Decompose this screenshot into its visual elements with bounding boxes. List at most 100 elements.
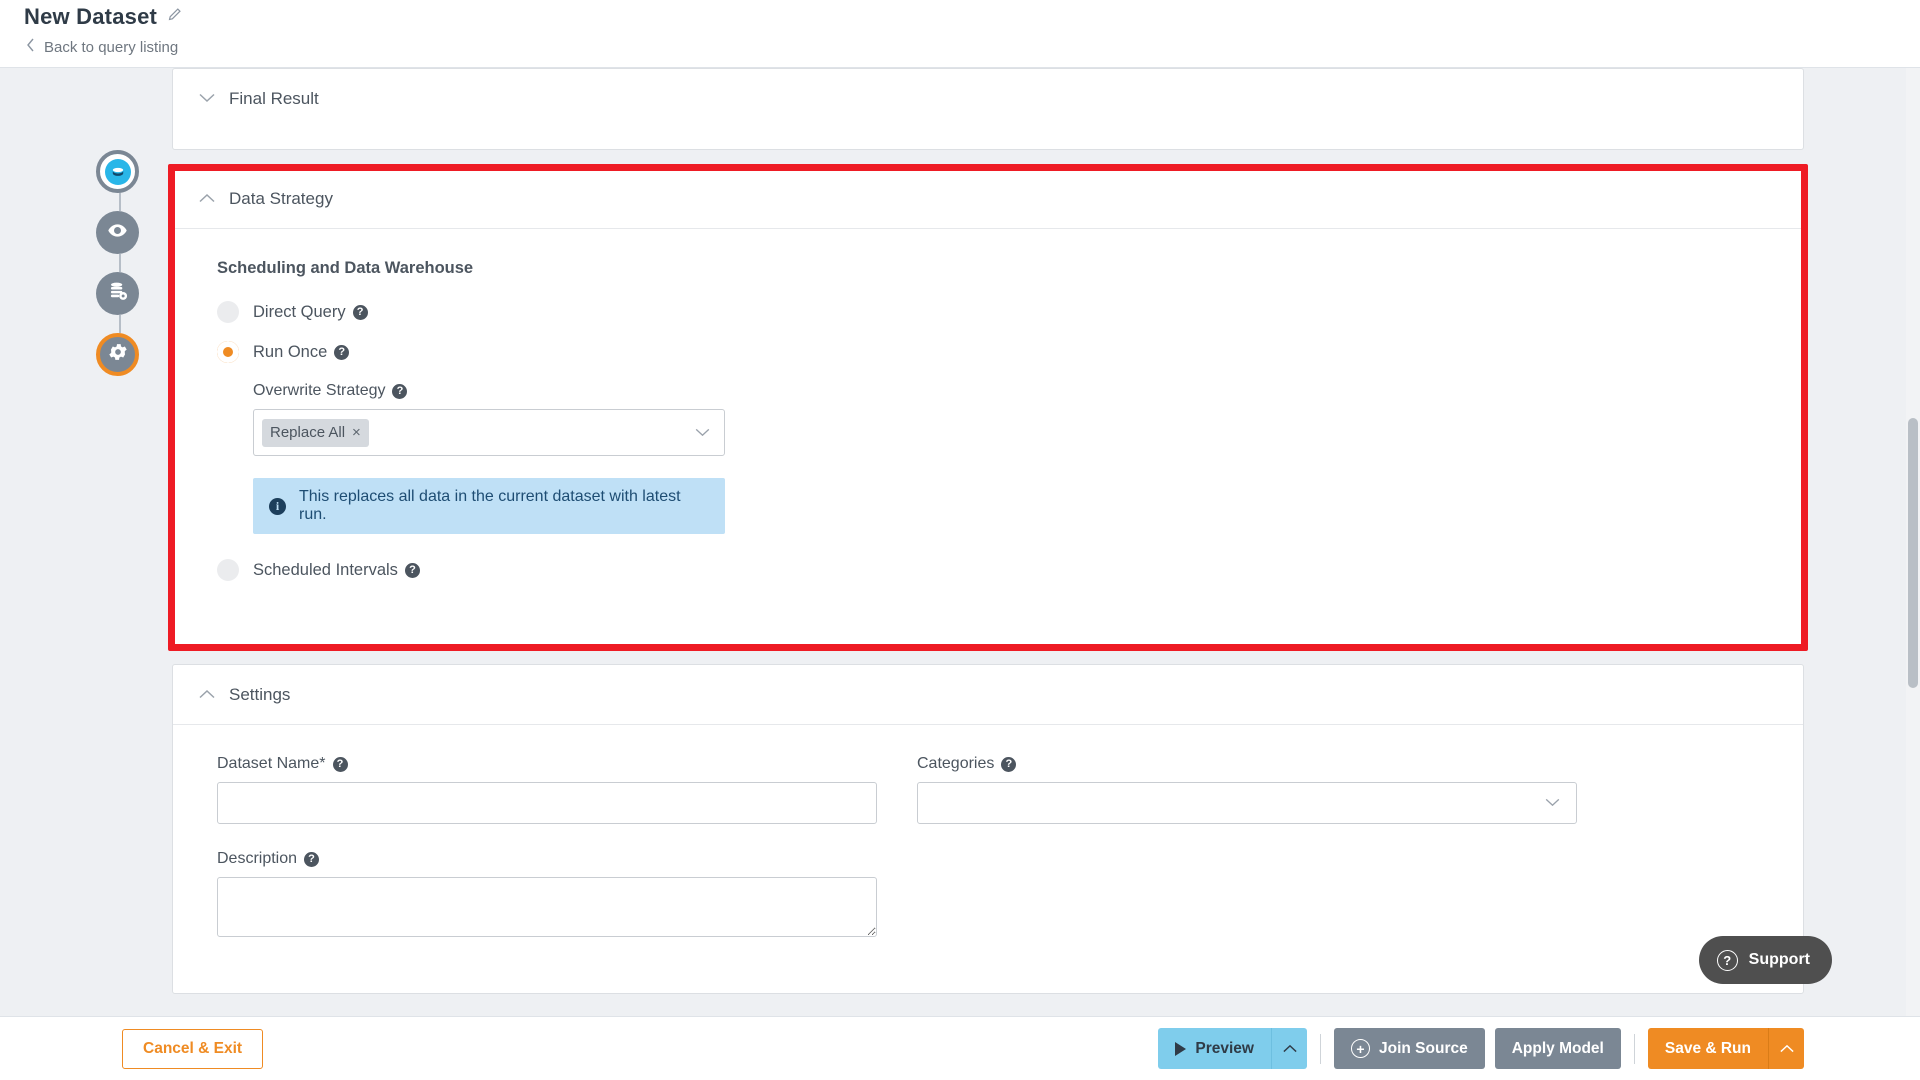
- data-strategy-header[interactable]: Data Strategy: [173, 169, 1803, 229]
- help-icon-description[interactable]: ?: [304, 851, 320, 867]
- join-source-button[interactable]: + Join Source: [1334, 1028, 1485, 1069]
- plus-circle-icon: +: [1351, 1039, 1370, 1058]
- dataset-name-label-row: Dataset Name* ?: [217, 755, 877, 773]
- data-strategy-title: Data Strategy: [229, 188, 333, 208]
- footer-divider: [1320, 1033, 1321, 1064]
- scheduled-intervals-label: Scheduled Intervals: [253, 560, 398, 579]
- direct-query-label: Direct Query: [253, 302, 346, 321]
- cancel-exit-button[interactable]: Cancel & Exit: [122, 1028, 264, 1069]
- settings-body: Dataset Name* ? Categories ? Description…: [173, 725, 1803, 962]
- chevron-down-icon[interactable]: [199, 90, 215, 108]
- categories-select[interactable]: [917, 782, 1577, 824]
- description-field: Description ?: [217, 850, 1759, 942]
- support-label: Support: [1748, 951, 1810, 968]
- categories-label: Categories: [917, 755, 995, 772]
- radio-direct-query[interactable]: [217, 301, 239, 323]
- settings-card: Settings Dataset Name* ? Categories ? De…: [172, 664, 1804, 994]
- chip-label: Replace All: [270, 424, 346, 441]
- stepper-connector: [119, 315, 121, 333]
- chevron-left-icon: [26, 38, 35, 57]
- chevron-down-icon[interactable]: [695, 424, 710, 442]
- settings-row-1: Dataset Name* ? Categories ?: [217, 755, 1759, 824]
- help-icon-run-once[interactable]: ?: [334, 344, 350, 360]
- main-scroll-area: Final Result Data Strategy Scheduling an…: [0, 68, 1920, 1016]
- selected-chip-replace-all[interactable]: Replace All ×: [262, 418, 369, 447]
- help-icon-overwrite-strategy[interactable]: ?: [392, 383, 408, 399]
- dataset-name-field: Dataset Name* ?: [217, 755, 877, 824]
- footer-divider: [1633, 1033, 1635, 1064]
- description-label: Description: [217, 850, 298, 867]
- preview-button[interactable]: Preview: [1158, 1028, 1271, 1069]
- dataset-name-input[interactable]: [217, 782, 877, 824]
- back-to-query-listing-link[interactable]: Back to query listing: [26, 38, 178, 57]
- description-textarea[interactable]: [217, 877, 877, 937]
- data-strategy-card: Data Strategy Scheduling and Data Wareho…: [172, 168, 1804, 647]
- step-settings[interactable]: [96, 333, 139, 376]
- pencil-icon[interactable]: [167, 7, 182, 27]
- chevron-up-icon: [1282, 1040, 1297, 1058]
- overwrite-strategy-label: Overwrite Strategy: [253, 382, 386, 399]
- preview-split-button: Preview: [1158, 1028, 1307, 1069]
- info-icon: i: [269, 497, 286, 515]
- eye-icon: [107, 220, 128, 246]
- categories-label-row: Categories ?: [917, 755, 1577, 773]
- save-run-split-button: Save & Run: [1647, 1028, 1804, 1069]
- database-gear-icon: [107, 280, 129, 307]
- chevron-up-icon: [1779, 1040, 1794, 1058]
- preview-dropdown-button[interactable]: [1271, 1028, 1307, 1069]
- app-header: New Dataset Back to query listing: [0, 0, 1920, 68]
- categories-field: Categories ?: [917, 755, 1577, 824]
- stepper-connector: [119, 254, 121, 272]
- play-icon: [1175, 1041, 1187, 1056]
- help-icon-dataset-name[interactable]: ?: [332, 756, 348, 772]
- preview-label: Preview: [1195, 1039, 1254, 1057]
- help-icon-categories[interactable]: ?: [1001, 756, 1017, 772]
- save-run-button[interactable]: Save & Run: [1647, 1028, 1768, 1069]
- apply-model-button[interactable]: Apply Model: [1494, 1028, 1621, 1069]
- stepper-connector: [119, 193, 121, 211]
- database-cloud-icon: [104, 158, 131, 185]
- help-icon-direct-query[interactable]: ?: [352, 304, 368, 320]
- radio-row-direct-query[interactable]: Direct Query ?: [217, 292, 1777, 332]
- radio-row-scheduled-intervals[interactable]: Scheduled Intervals ?: [217, 550, 1777, 590]
- question-circle-icon: ?: [1716, 949, 1738, 971]
- final-result-title: Final Result: [229, 89, 319, 108]
- radio-label-direct-query: Direct Query ?: [253, 303, 368, 322]
- step-warehouse[interactable]: [96, 272, 139, 315]
- chevron-up-icon[interactable]: [199, 686, 215, 704]
- chip-remove-icon[interactable]: ×: [352, 425, 361, 440]
- help-icon-scheduled-intervals[interactable]: ?: [404, 562, 420, 578]
- back-link-label: Back to query listing: [44, 39, 179, 56]
- chevron-up-icon[interactable]: [199, 190, 215, 208]
- replace-all-info-banner: i This replaces all data in the current …: [253, 478, 725, 534]
- support-button[interactable]: ? Support: [1698, 936, 1832, 984]
- overwrite-strategy-field: Overwrite Strategy ? Replace All ×: [253, 382, 1777, 456]
- page-title-row: New Dataset: [24, 4, 182, 30]
- dataset-name-label: Dataset Name*: [217, 755, 326, 772]
- final-result-header[interactable]: Final Result: [173, 69, 1803, 129]
- info-banner-text: This replaces all data in the current da…: [299, 488, 681, 523]
- run-once-label: Run Once: [253, 342, 328, 361]
- workflow-stepper: [96, 150, 144, 376]
- radio-scheduled-intervals[interactable]: [217, 559, 239, 581]
- vertical-scrollbar-track[interactable]: [1906, 68, 1920, 1016]
- radio-run-once[interactable]: [217, 341, 239, 363]
- step-preview[interactable]: [96, 211, 139, 254]
- vertical-scrollbar-thumb[interactable]: [1908, 418, 1918, 688]
- step-source[interactable]: [96, 150, 139, 193]
- overwrite-strategy-label-row: Overwrite Strategy ?: [253, 382, 1777, 400]
- page-title: New Dataset: [24, 4, 158, 29]
- radio-row-run-once[interactable]: Run Once ?: [217, 332, 1777, 372]
- join-source-label: Join Source: [1379, 1039, 1468, 1057]
- final-result-card: Final Result: [172, 68, 1804, 150]
- radio-label-scheduled-intervals: Scheduled Intervals ?: [253, 561, 420, 580]
- settings-header[interactable]: Settings: [173, 665, 1803, 725]
- data-strategy-body: Scheduling and Data Warehouse Direct Que…: [173, 229, 1803, 624]
- overwrite-strategy-select[interactable]: Replace All ×: [253, 409, 725, 456]
- settings-title: Settings: [229, 684, 291, 704]
- description-label-row: Description ?: [217, 850, 1759, 868]
- save-run-dropdown-button[interactable]: [1768, 1028, 1804, 1069]
- radio-label-run-once: Run Once ?: [253, 342, 350, 362]
- gear-icon: [107, 341, 129, 368]
- chevron-down-icon[interactable]: [1545, 794, 1560, 812]
